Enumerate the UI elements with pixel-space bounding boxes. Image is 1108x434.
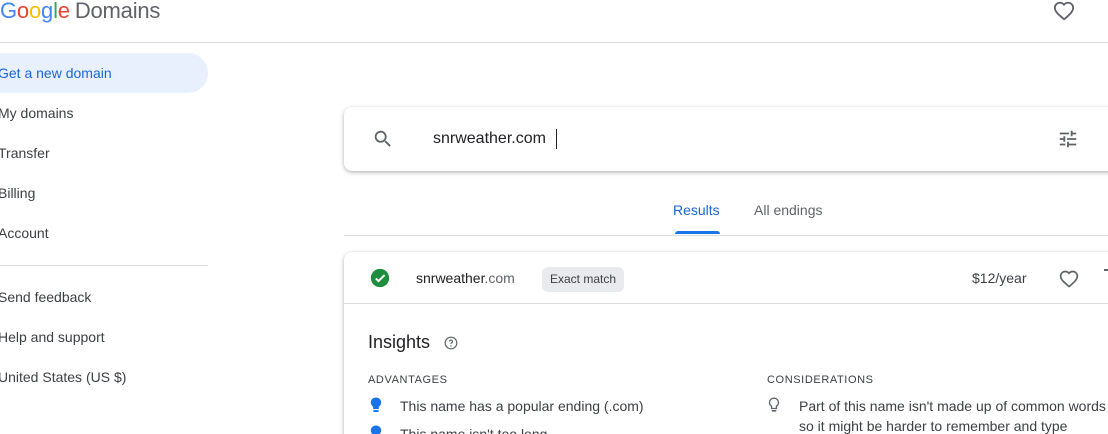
lightbulb-filled-icon [370, 397, 382, 412]
active-tab-indicator [675, 231, 720, 234]
sidebar-item-label: My domains [0, 105, 74, 121]
domain-price: $12/year [972, 270, 1027, 286]
product-name: Domains [74, 0, 161, 23]
sidebar-item-transfer[interactable]: Transfer [0, 133, 208, 173]
check-circle-icon [370, 268, 390, 288]
insights-title: Insights [368, 332, 431, 352]
sidebar-item-billing[interactable]: Billing [0, 173, 208, 213]
sidebar-item-send-feedback[interactable]: Send feedback [0, 277, 208, 317]
text-cursor [556, 129, 557, 149]
domain-result-card: snrweather.com Exact match $12/year Insi… [344, 252, 1108, 434]
search-icon[interactable] [372, 128, 394, 150]
sidebar-item-get-a-new-domain[interactable]: Get a new domain [0, 53, 208, 93]
sidebar-item-account[interactable]: Account [0, 213, 208, 253]
domain-name[interactable]: snrweather.com [416, 270, 515, 286]
lightbulb-filled-icon [370, 425, 382, 434]
sidebar-item-label: Account [0, 225, 49, 241]
logo-letter: o [28, 0, 42, 23]
advantage-item: This name isn't too long [400, 426, 548, 434]
logo-letter: o [16, 0, 29, 23]
logo-letter: g [41, 0, 54, 23]
google-domains-logo[interactable]: Google Domains [0, 0, 160, 25]
lightbulb-outline-icon [768, 397, 780, 412]
sidebar-item-label: Send feedback [0, 289, 92, 305]
results-tabs: Results All endings [344, 186, 1108, 236]
sidebar-item-label: Transfer [0, 145, 50, 161]
domain-search-bar [344, 107, 1108, 171]
tune-icon[interactable] [1057, 128, 1079, 150]
heart-outline-icon[interactable] [1052, 0, 1076, 22]
consideration-item: Part of this name isn't made up of commo… [799, 398, 1106, 414]
sidebar-item-country-currency[interactable]: United States (US $) [0, 357, 208, 397]
domain-result-row[interactable]: snrweather.com Exact match $12/year [344, 252, 1108, 304]
exact-match-badge: Exact match [542, 267, 625, 292]
sidebar-item-my-domains[interactable]: My domains [0, 93, 208, 133]
advantages-heading: ADVANTAGES [368, 374, 448, 386]
top-bar: Google Domains [0, 0, 1108, 43]
logo-letter: e [57, 0, 70, 23]
considerations-heading: CONSIDERATIONS [767, 374, 874, 386]
cart-icon[interactable] [1102, 268, 1108, 288]
sidebar-item-label: Billing [0, 185, 36, 201]
tab-results[interactable]: Results [673, 202, 720, 218]
logo-letter: G [0, 0, 17, 23]
consideration-item-continued: so it might be harder to remember and ty… [799, 418, 1068, 434]
heart-outline-icon[interactable] [1058, 269, 1080, 289]
domain-name-label: snrweather [416, 270, 485, 286]
sidebar-item-label: Help and support [0, 329, 105, 345]
sidebar-item-label: United States (US $) [0, 369, 127, 385]
sidebar-item-label: Get a new domain [0, 65, 112, 81]
advantage-item: This name has a popular ending (.com) [400, 398, 644, 414]
domain-search-input[interactable] [433, 125, 1033, 153]
help-icon[interactable] [444, 336, 458, 350]
sidebar-divider [0, 265, 208, 266]
tab-all-endings[interactable]: All endings [754, 202, 823, 218]
domain-tld: .com [484, 270, 515, 286]
sidebar-item-help-and-support[interactable]: Help and support [0, 317, 208, 357]
